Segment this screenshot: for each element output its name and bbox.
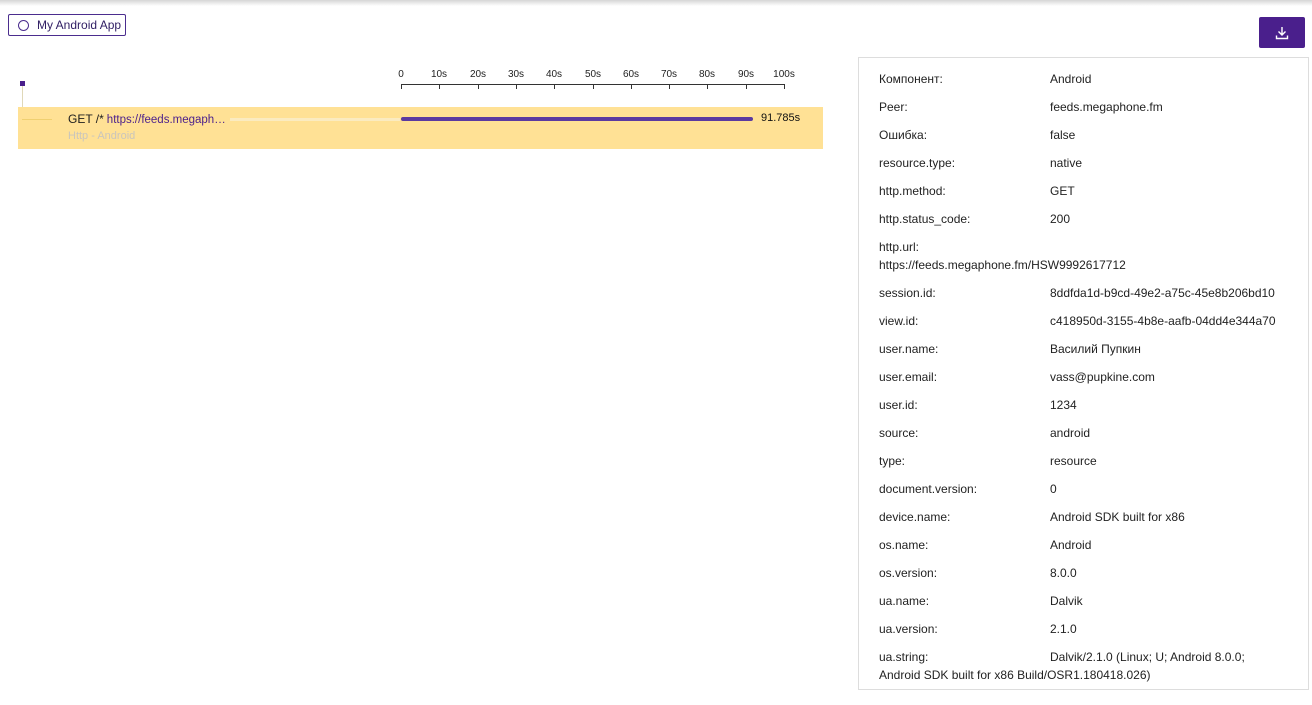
- axis-tick: [478, 84, 479, 89]
- tree-branch: [22, 119, 52, 120]
- axis-tick: [707, 84, 708, 89]
- axis-tick-label: 80s: [698, 69, 716, 80]
- detail-key: view.id:: [879, 314, 919, 328]
- detail-key: user.name:: [879, 342, 939, 356]
- detail-value: 200: [1050, 212, 1071, 226]
- detail-value: false: [1050, 128, 1076, 142]
- detail-value: 0: [1050, 482, 1057, 496]
- detail-value: https://feeds.megaphone.fm/HSW9992617712: [879, 258, 1126, 272]
- timeline-axis: 0 10s 20s 30s 40s 50s 60s 70s 80s 90s 100s: [398, 68, 795, 89]
- axis-tick: [593, 84, 594, 89]
- detail-key: Peer:: [879, 100, 908, 114]
- detail-key: source:: [879, 426, 919, 440]
- service-circle-icon: [18, 19, 29, 31]
- detail-key: resource.type:: [879, 156, 956, 170]
- detail-key: document.version:: [879, 482, 978, 496]
- detail-value: resource: [1050, 454, 1097, 468]
- axis-tick: [439, 84, 440, 89]
- detail-key: http.method:: [879, 184, 946, 198]
- detail-value: 8.0.0: [1050, 566, 1077, 580]
- axis-tick-label: 60s: [622, 69, 640, 80]
- span-track: [230, 118, 400, 121]
- detail-key: Ошибка:: [879, 128, 928, 142]
- axis-tick-label: 10s: [430, 69, 448, 80]
- axis-tick-label: 0: [398, 69, 404, 80]
- detail-key: os.name:: [879, 538, 929, 552]
- tree-connector: [22, 86, 23, 108]
- detail-value: Android: [1050, 538, 1092, 552]
- detail-key: Компонент:: [879, 72, 943, 86]
- service-filter-chip[interactable]: My Android App: [8, 14, 126, 36]
- detail-value: c418950d-3155-4b8e-aafb-04dd4e344a70: [1050, 314, 1276, 328]
- axis-tick: [631, 84, 632, 89]
- axis-tick: [669, 84, 670, 89]
- detail-key: device.name:: [879, 510, 951, 524]
- service-chip-label: My Android App: [37, 18, 122, 32]
- detail-key: user.email:: [879, 370, 938, 384]
- span-title: GET /* https://feeds.megaph…: [68, 112, 226, 126]
- axis-tick: [784, 84, 785, 89]
- axis-tick-label: 20s: [469, 69, 487, 80]
- detail-value: 8ddfda1d-b9cd-49e2-a75c-45e8b206bd10: [1050, 286, 1275, 300]
- detail-value: Василий Пупкин: [1050, 342, 1141, 356]
- axis-tick: [554, 84, 555, 89]
- axis-tick: [746, 84, 747, 89]
- detail-value: GET: [1050, 184, 1075, 198]
- detail-value: native: [1050, 156, 1083, 170]
- axis-tick-label: 50s: [584, 69, 602, 80]
- span-duration-bar[interactable]: [401, 117, 753, 121]
- detail-value: Dalvik: [1050, 594, 1083, 608]
- axis-tick-label: 30s: [507, 69, 525, 80]
- axis-tick-label: 90s: [737, 69, 755, 80]
- detail-key: os.version:: [879, 566, 938, 580]
- detail-value: Dalvik/2.1.0 (Linux; U; Android 8.0.0;: [1050, 650, 1245, 664]
- span-details-panel: Компонент: Android Peer: feeds.megaphone.fm…: [858, 57, 1309, 690]
- detail-value: android: [1050, 426, 1091, 440]
- span-subtitle: Http - Android: [68, 130, 136, 142]
- download-icon: [1275, 26, 1289, 39]
- detail-value: 2.1.0: [1050, 622, 1077, 636]
- detail-key: type:: [879, 454, 906, 468]
- download-button[interactable]: [1259, 17, 1305, 48]
- axis-tick-label: 70s: [660, 69, 678, 80]
- detail-key: session.id:: [879, 286, 936, 300]
- axis-tick: [401, 84, 402, 89]
- detail-value: 1234: [1050, 398, 1077, 412]
- detail-value: Android: [1050, 72, 1092, 86]
- span-duration-label: 91.785s: [761, 112, 801, 124]
- span-row[interactable]: GET /* https://feeds.megaph… Http - Andro…: [18, 107, 823, 149]
- detail-key: ua.string:: [879, 650, 929, 664]
- detail-key: ua.version:: [879, 622, 938, 636]
- axis-tick-label: 40s: [545, 69, 563, 80]
- detail-value: Android SDK built for x86: [1050, 510, 1185, 524]
- span-method: GET /*: [68, 112, 104, 126]
- detail-value: vass@pupkine.com: [1050, 370, 1155, 384]
- detail-value-continued: Android SDK built for x86 Build/OSR1.180…: [879, 668, 1151, 682]
- axis-tick-label: 100s: [773, 69, 795, 80]
- detail-key: http.url:: [879, 240, 920, 254]
- detail-key: http.status_code:: [879, 212, 971, 226]
- detail-value: feeds.megaphone.fm: [1050, 100, 1163, 114]
- top-shadow: [0, 0, 1312, 6]
- detail-key: ua.name:: [879, 594, 930, 608]
- axis-tick: [516, 84, 517, 89]
- span-url[interactable]: https://feeds.megaph…: [107, 114, 226, 126]
- detail-key: user.id:: [879, 398, 918, 412]
